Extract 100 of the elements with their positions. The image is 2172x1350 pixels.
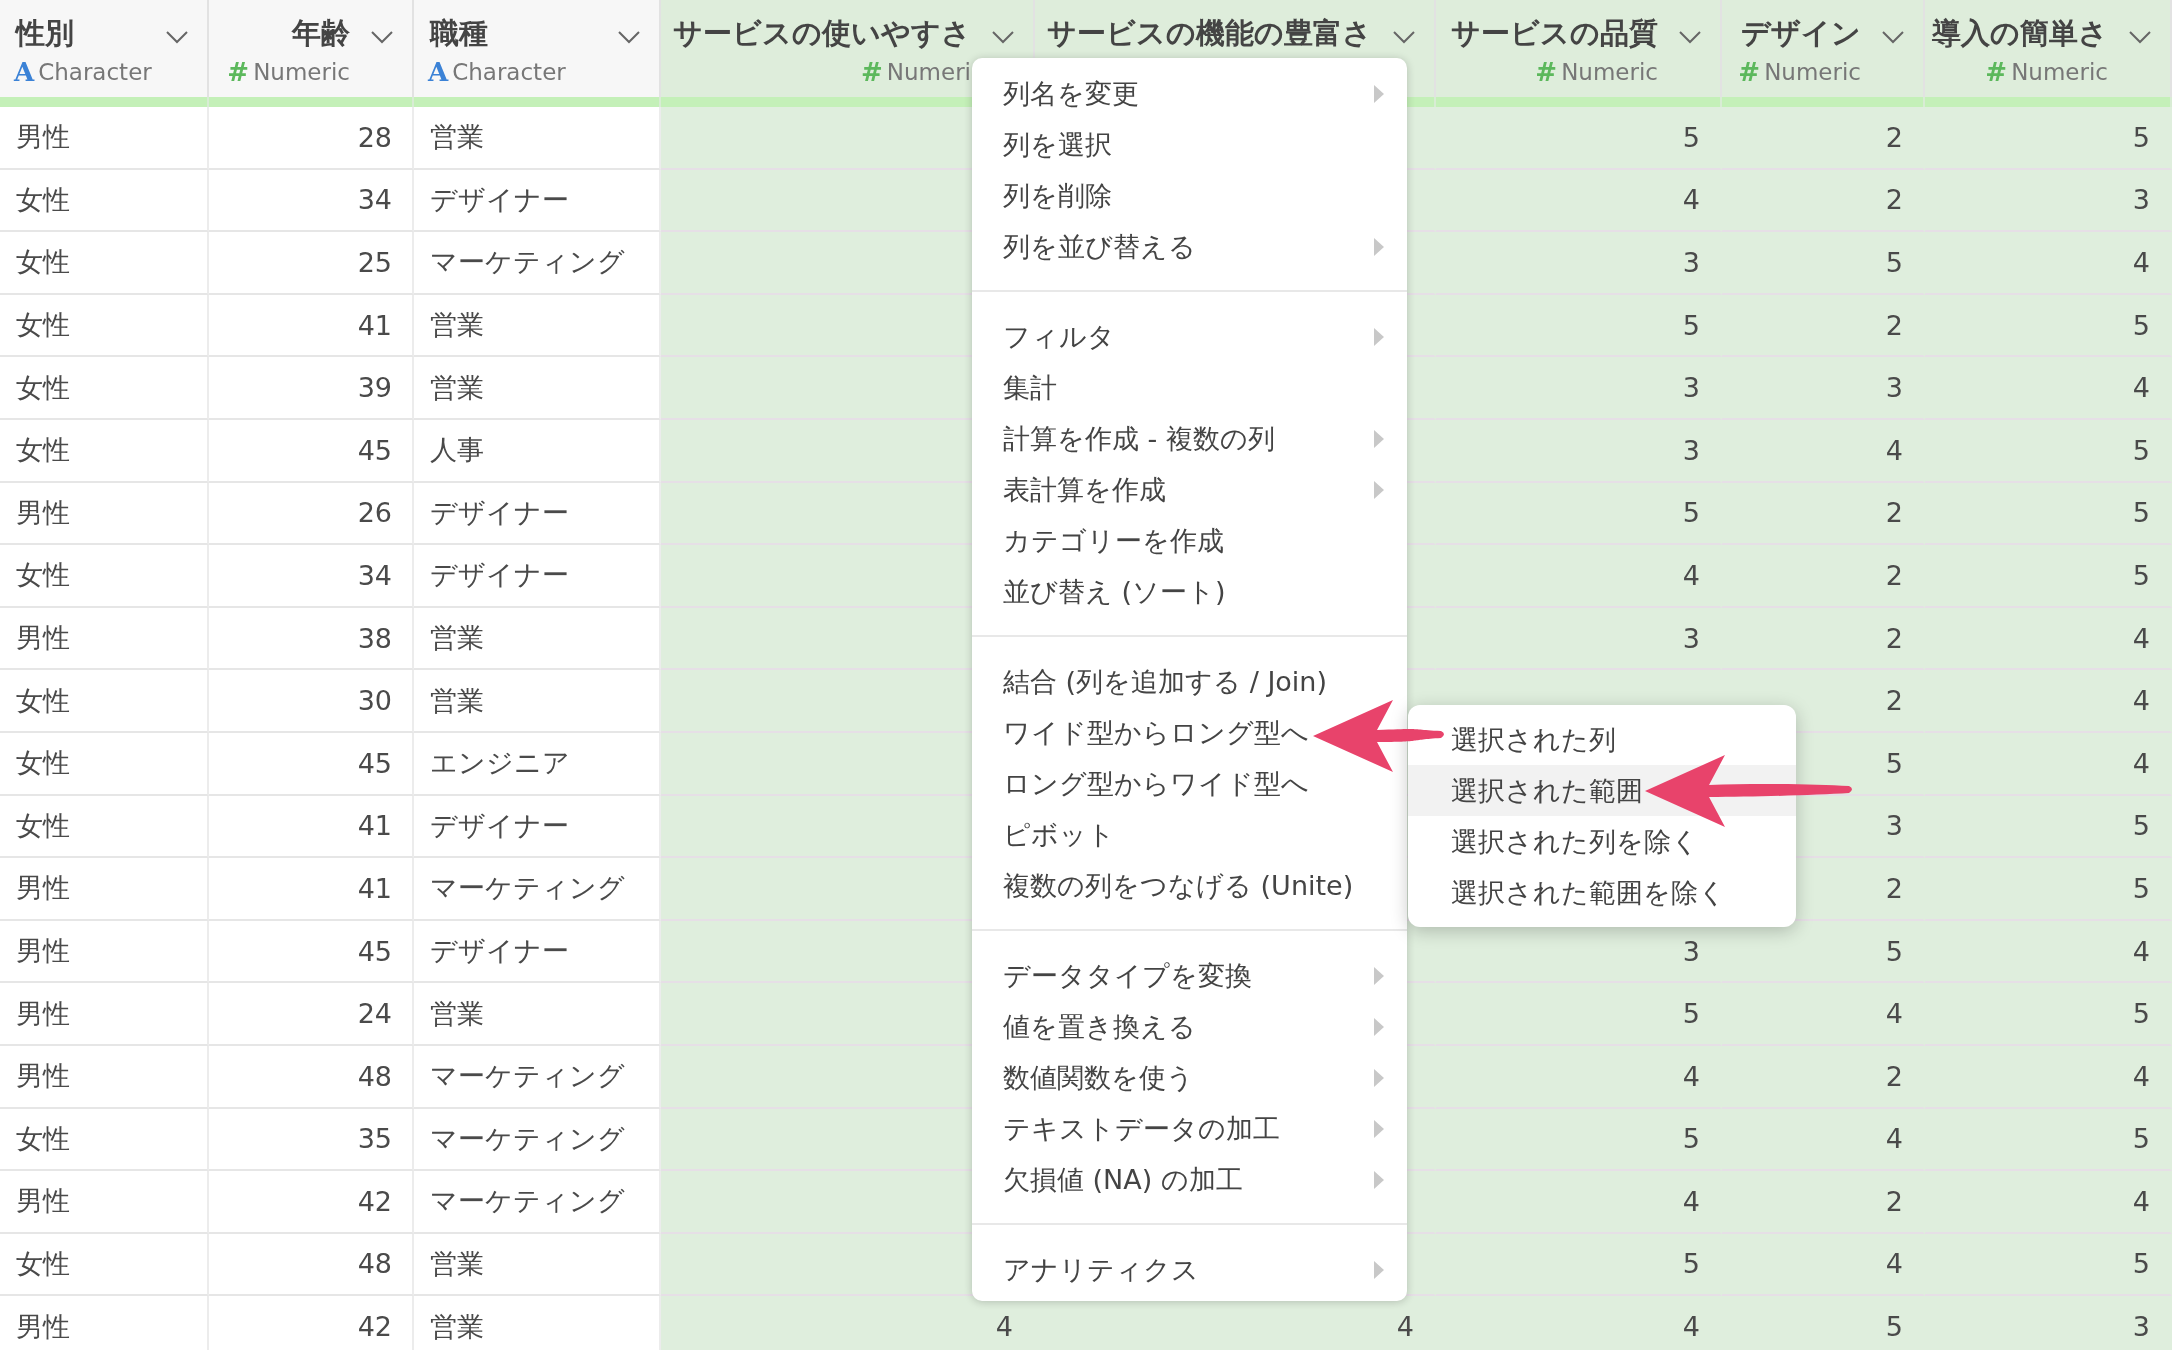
type-icon: A <box>14 57 35 87</box>
table-cell: 女性 <box>0 169 209 233</box>
menu-item[interactable]: 複数の列をつなげる (Unite) <box>972 860 1407 911</box>
menu-item[interactable]: 欠損値 (NA) の加工 <box>972 1154 1407 1205</box>
table-cell: 5 <box>1925 482 2172 546</box>
table-cell: 2 <box>1722 1045 1925 1109</box>
table-cell: 30 <box>209 670 414 733</box>
table-cell: 25 <box>209 232 414 295</box>
type-icon: # <box>861 57 883 87</box>
menu-item[interactable]: ロング型からワイド型へ <box>972 758 1407 809</box>
table-cell: 男性 <box>0 1296 209 1350</box>
table-cell: 5 <box>1925 1233 2172 1297</box>
table-cell: 男性 <box>0 920 209 984</box>
column-header[interactable]: 年齢 #Numeric <box>209 0 414 97</box>
table-cell: デザイナー <box>414 920 661 984</box>
table-cell: 5 <box>1436 1233 1722 1297</box>
table-cell: 営業 <box>414 983 661 1046</box>
table-cell: 営業 <box>414 294 661 358</box>
table-cell: 48 <box>209 1233 414 1297</box>
column-header[interactable]: 職種 ACharacter <box>414 0 661 97</box>
table-cell: 45 <box>209 920 414 984</box>
table-cell: 女性 <box>0 419 209 483</box>
table-cell: 3 <box>1436 419 1722 483</box>
menu-item[interactable]: 数値関数を使う <box>972 1052 1407 1103</box>
table-cell: 26 <box>209 482 414 546</box>
menu-item[interactable]: ワイド型からロング型へ <box>972 707 1407 758</box>
menu-item[interactable]: カテゴリーを作成 <box>972 515 1407 566</box>
table-cell: 4 <box>1925 920 2172 984</box>
table-cell: 5 <box>1722 1296 1925 1350</box>
table-cell: 4 <box>1925 357 2172 420</box>
table-cell: 3 <box>1436 607 1722 671</box>
column-title: 年齢 <box>292 15 350 52</box>
table-cell: 5 <box>1925 858 2172 921</box>
table-cell: 5 <box>1925 294 2172 358</box>
column-header[interactable]: 導入の簡単さ #Numeric <box>1925 0 2172 97</box>
table-cell: 5 <box>1436 983 1722 1046</box>
menu-item[interactable]: 列を選択 <box>972 119 1407 170</box>
table-cell: 5 <box>1925 1108 2172 1172</box>
table-cell: 35 <box>209 1108 414 1172</box>
table-cell: 5 <box>1722 232 1925 295</box>
table-cell: 女性 <box>0 1233 209 1297</box>
table-cell: 3 <box>1925 169 2172 233</box>
type-label: Numeri <box>886 59 971 85</box>
menu-item[interactable]: データタイプを変換 <box>972 950 1407 1001</box>
table-cell: 4 <box>1925 232 2172 295</box>
table-cell: 男性 <box>0 482 209 546</box>
table-cell: 41 <box>209 294 414 358</box>
table-cell: 5 <box>1925 419 2172 483</box>
menu-item[interactable]: 集計 <box>972 362 1407 413</box>
table-cell: マーケティング <box>414 1171 661 1234</box>
table-cell: 2 <box>1722 169 1925 233</box>
table-cell: 女性 <box>0 732 209 796</box>
menu-item[interactable]: フィルタ <box>972 311 1407 362</box>
table-cell: 営業 <box>414 1296 661 1350</box>
table-cell: 48 <box>209 1045 414 1109</box>
column-title: 性別 <box>16 15 74 52</box>
menu-item[interactable]: ピボット <box>972 809 1407 860</box>
table-cell: 男性 <box>0 983 209 1046</box>
menu-item[interactable]: 列を削除 <box>972 170 1407 221</box>
menu-item[interactable]: 列を並び替える <box>972 221 1407 272</box>
table-cell: 4 <box>1925 670 2172 733</box>
table-cell: 女性 <box>0 294 209 358</box>
type-icon: A <box>428 57 449 87</box>
menu-item[interactable]: 並び替え (ソート) <box>972 566 1407 617</box>
table-cell: 4 <box>1436 169 1722 233</box>
type-label: Numeric <box>1561 59 1658 85</box>
table-cell: 人事 <box>414 419 661 483</box>
table-cell: 28 <box>209 107 414 170</box>
table-cell: 4 <box>1722 1233 1925 1297</box>
table-cell: 2 <box>1722 482 1925 546</box>
table-cell: 営業 <box>414 357 661 420</box>
table-cell: 男性 <box>0 858 209 921</box>
table-cell: 42 <box>209 1171 414 1234</box>
menu-item[interactable]: 計算を作成 - 複数の列 <box>972 413 1407 464</box>
type-label: Character <box>452 59 566 85</box>
menu-item[interactable]: テキストデータの加工 <box>972 1103 1407 1154</box>
table-cell: 4 <box>1925 1045 2172 1109</box>
table-cell: 女性 <box>0 232 209 295</box>
column-title: サービスの品質 <box>1451 15 1658 52</box>
table-cell: デザイナー <box>414 545 661 608</box>
table-cell: マーケティング <box>414 232 661 295</box>
menu-item[interactable]: アナリティクス <box>972 1244 1407 1295</box>
table-cell: エンジニア <box>414 732 661 796</box>
menu-item[interactable]: 結合 (列を追加する / Join) <box>972 656 1407 707</box>
table-cell: 3 <box>1722 357 1925 420</box>
table-cell: 45 <box>209 732 414 796</box>
type-icon: # <box>1985 57 2008 87</box>
table-cell: 5 <box>1925 545 2172 608</box>
column-header[interactable]: サービスの品質 #Numeric <box>1436 0 1722 97</box>
column-header[interactable]: 性別 ACharacter <box>0 0 209 97</box>
table-cell: 2 <box>1722 107 1925 170</box>
table-cell: 女性 <box>0 545 209 608</box>
menu-item[interactable]: 表計算を作成 <box>972 464 1407 515</box>
table-cell: 男性 <box>0 1171 209 1234</box>
table-cell: 41 <box>209 858 414 921</box>
table-cell: 4 <box>1722 1108 1925 1172</box>
menu-item[interactable]: 値を置き換える <box>972 1001 1407 1052</box>
table-cell: 女性 <box>0 670 209 733</box>
column-header[interactable]: デザイン #Numeric <box>1722 0 1925 97</box>
table-cell: 34 <box>209 169 414 233</box>
